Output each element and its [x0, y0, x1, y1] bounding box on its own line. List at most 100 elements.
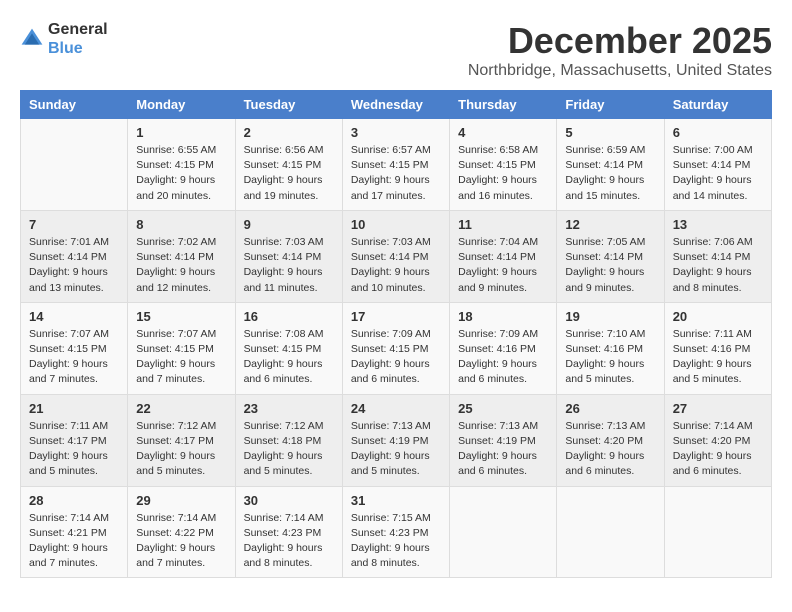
- day-number: 12: [565, 217, 655, 232]
- calendar-body: 1 Sunrise: 6:55 AM Sunset: 4:15 PM Dayli…: [21, 119, 772, 578]
- daylight-hours: Daylight: 9 hours and 5 minutes.: [565, 358, 644, 385]
- calendar-cell: [21, 119, 128, 211]
- day-info: Sunrise: 7:11 AM Sunset: 4:17 PM Dayligh…: [29, 419, 119, 480]
- calendar-cell: 1 Sunrise: 6:55 AM Sunset: 4:15 PM Dayli…: [128, 119, 235, 211]
- day-info: Sunrise: 6:59 AM Sunset: 4:14 PM Dayligh…: [565, 143, 655, 204]
- sunrise-time: Sunrise: 7:13 AM: [458, 420, 538, 432]
- day-info: Sunrise: 7:04 AM Sunset: 4:14 PM Dayligh…: [458, 235, 548, 296]
- sunrise-time: Sunrise: 7:13 AM: [565, 420, 645, 432]
- day-info: Sunrise: 7:13 AM Sunset: 4:19 PM Dayligh…: [458, 419, 548, 480]
- calendar-cell: 30 Sunrise: 7:14 AM Sunset: 4:23 PM Dayl…: [235, 486, 342, 578]
- day-number: 24: [351, 401, 441, 416]
- day-number: 18: [458, 309, 548, 324]
- sunset-time: Sunset: 4:15 PM: [244, 343, 322, 355]
- day-number: 10: [351, 217, 441, 232]
- day-info: Sunrise: 7:06 AM Sunset: 4:14 PM Dayligh…: [673, 235, 763, 296]
- sunrise-time: Sunrise: 7:07 AM: [136, 328, 216, 340]
- sunset-time: Sunset: 4:15 PM: [136, 343, 214, 355]
- calendar-week-3: 21 Sunrise: 7:11 AM Sunset: 4:17 PM Dayl…: [21, 394, 772, 486]
- sunrise-time: Sunrise: 7:11 AM: [29, 420, 108, 432]
- sunset-time: Sunset: 4:15 PM: [351, 159, 429, 171]
- day-number: 7: [29, 217, 119, 232]
- day-info: Sunrise: 7:08 AM Sunset: 4:15 PM Dayligh…: [244, 327, 334, 388]
- daylight-hours: Daylight: 9 hours and 20 minutes.: [136, 174, 215, 201]
- sunrise-time: Sunrise: 7:10 AM: [565, 328, 645, 340]
- sunrise-time: Sunrise: 6:57 AM: [351, 144, 431, 156]
- calendar-week-2: 14 Sunrise: 7:07 AM Sunset: 4:15 PM Dayl…: [21, 302, 772, 394]
- sunrise-time: Sunrise: 7:11 AM: [673, 328, 752, 340]
- day-number: 22: [136, 401, 226, 416]
- day-number: 25: [458, 401, 548, 416]
- day-info: Sunrise: 7:13 AM Sunset: 4:19 PM Dayligh…: [351, 419, 441, 480]
- calendar-week-1: 7 Sunrise: 7:01 AM Sunset: 4:14 PM Dayli…: [21, 210, 772, 302]
- day-info: Sunrise: 7:02 AM Sunset: 4:14 PM Dayligh…: [136, 235, 226, 296]
- daylight-hours: Daylight: 9 hours and 5 minutes.: [29, 450, 108, 477]
- daylight-hours: Daylight: 9 hours and 7 minutes.: [136, 542, 215, 569]
- sunrise-time: Sunrise: 7:02 AM: [136, 236, 216, 248]
- sunset-time: Sunset: 4:15 PM: [136, 159, 214, 171]
- calendar-cell: 28 Sunrise: 7:14 AM Sunset: 4:21 PM Dayl…: [21, 486, 128, 578]
- daylight-hours: Daylight: 9 hours and 8 minutes.: [351, 542, 430, 569]
- title-section: December 2025 Northbridge, Massachusetts…: [468, 20, 772, 80]
- sunset-time: Sunset: 4:18 PM: [244, 435, 322, 447]
- header-sunday: Sunday: [21, 91, 128, 119]
- day-info: Sunrise: 7:12 AM Sunset: 4:17 PM Dayligh…: [136, 419, 226, 480]
- calendar-cell: 14 Sunrise: 7:07 AM Sunset: 4:15 PM Dayl…: [21, 302, 128, 394]
- calendar-cell: 29 Sunrise: 7:14 AM Sunset: 4:22 PM Dayl…: [128, 486, 235, 578]
- sunset-time: Sunset: 4:17 PM: [136, 435, 214, 447]
- day-info: Sunrise: 7:14 AM Sunset: 4:21 PM Dayligh…: [29, 511, 119, 572]
- header: General Blue December 2025 Northbridge, …: [20, 20, 772, 80]
- day-number: 30: [244, 493, 334, 508]
- sunset-time: Sunset: 4:14 PM: [673, 159, 751, 171]
- day-info: Sunrise: 7:07 AM Sunset: 4:15 PM Dayligh…: [29, 327, 119, 388]
- sunrise-time: Sunrise: 7:15 AM: [351, 512, 431, 524]
- calendar-cell: 2 Sunrise: 6:56 AM Sunset: 4:15 PM Dayli…: [235, 119, 342, 211]
- day-info: Sunrise: 7:14 AM Sunset: 4:20 PM Dayligh…: [673, 419, 763, 480]
- sunset-time: Sunset: 4:21 PM: [29, 527, 107, 539]
- calendar-cell: 6 Sunrise: 7:00 AM Sunset: 4:14 PM Dayli…: [664, 119, 771, 211]
- daylight-hours: Daylight: 9 hours and 7 minutes.: [136, 358, 215, 385]
- sunrise-time: Sunrise: 7:09 AM: [351, 328, 431, 340]
- sunset-time: Sunset: 4:14 PM: [29, 251, 107, 263]
- day-number: 23: [244, 401, 334, 416]
- daylight-hours: Daylight: 9 hours and 14 minutes.: [673, 174, 752, 201]
- daylight-hours: Daylight: 9 hours and 5 minutes.: [673, 358, 752, 385]
- sunset-time: Sunset: 4:14 PM: [565, 159, 643, 171]
- day-number: 29: [136, 493, 226, 508]
- daylight-hours: Daylight: 9 hours and 9 minutes.: [565, 266, 644, 293]
- daylight-hours: Daylight: 9 hours and 7 minutes.: [29, 542, 108, 569]
- sunrise-time: Sunrise: 7:14 AM: [244, 512, 324, 524]
- sunset-time: Sunset: 4:14 PM: [351, 251, 429, 263]
- day-info: Sunrise: 7:12 AM Sunset: 4:18 PM Dayligh…: [244, 419, 334, 480]
- sunset-time: Sunset: 4:15 PM: [458, 159, 536, 171]
- sunset-time: Sunset: 4:16 PM: [458, 343, 536, 355]
- daylight-hours: Daylight: 9 hours and 15 minutes.: [565, 174, 644, 201]
- day-info: Sunrise: 6:58 AM Sunset: 4:15 PM Dayligh…: [458, 143, 548, 204]
- day-info: Sunrise: 7:11 AM Sunset: 4:16 PM Dayligh…: [673, 327, 763, 388]
- calendar-cell: 19 Sunrise: 7:10 AM Sunset: 4:16 PM Dayl…: [557, 302, 664, 394]
- sunrise-time: Sunrise: 7:14 AM: [29, 512, 109, 524]
- calendar-header: Sunday Monday Tuesday Wednesday Thursday…: [21, 91, 772, 119]
- calendar-cell: 20 Sunrise: 7:11 AM Sunset: 4:16 PM Dayl…: [664, 302, 771, 394]
- daylight-hours: Daylight: 9 hours and 5 minutes.: [351, 450, 430, 477]
- calendar-cell: [664, 486, 771, 578]
- daylight-hours: Daylight: 9 hours and 10 minutes.: [351, 266, 430, 293]
- calendar-cell: 8 Sunrise: 7:02 AM Sunset: 4:14 PM Dayli…: [128, 210, 235, 302]
- sunset-time: Sunset: 4:17 PM: [29, 435, 107, 447]
- sunset-time: Sunset: 4:22 PM: [136, 527, 214, 539]
- sunrise-time: Sunrise: 7:13 AM: [351, 420, 431, 432]
- daylight-hours: Daylight: 9 hours and 13 minutes.: [29, 266, 108, 293]
- sunrise-time: Sunrise: 7:01 AM: [29, 236, 109, 248]
- day-info: Sunrise: 7:01 AM Sunset: 4:14 PM Dayligh…: [29, 235, 119, 296]
- header-friday: Friday: [557, 91, 664, 119]
- day-info: Sunrise: 7:07 AM Sunset: 4:15 PM Dayligh…: [136, 327, 226, 388]
- day-number: 21: [29, 401, 119, 416]
- sunrise-time: Sunrise: 7:06 AM: [673, 236, 753, 248]
- header-tuesday: Tuesday: [235, 91, 342, 119]
- calendar-week-0: 1 Sunrise: 6:55 AM Sunset: 4:15 PM Dayli…: [21, 119, 772, 211]
- sunrise-time: Sunrise: 7:09 AM: [458, 328, 538, 340]
- sunrise-time: Sunrise: 7:14 AM: [136, 512, 216, 524]
- sunrise-time: Sunrise: 6:58 AM: [458, 144, 538, 156]
- day-number: 20: [673, 309, 763, 324]
- calendar-week-4: 28 Sunrise: 7:14 AM Sunset: 4:21 PM Dayl…: [21, 486, 772, 578]
